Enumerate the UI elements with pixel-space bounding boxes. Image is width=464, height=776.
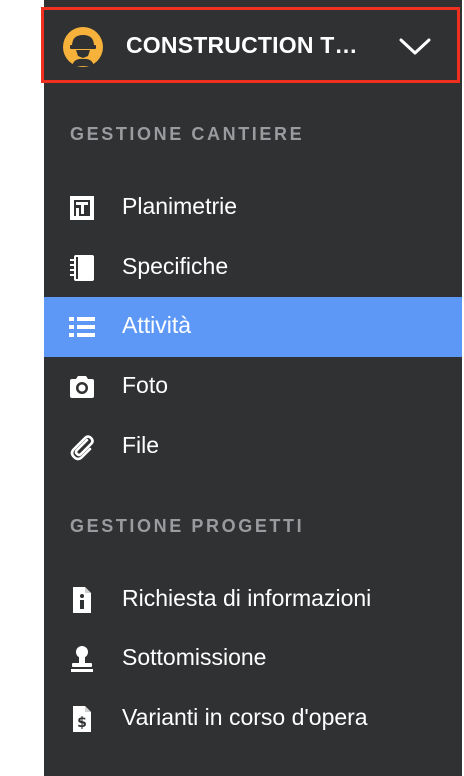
nav-label-foto: Foto: [122, 372, 169, 398]
list-icon: [69, 317, 95, 337]
nav-label-attivita: Attività: [122, 312, 192, 338]
svg-text:$: $: [77, 715, 87, 731]
chevron-down-icon[interactable]: [398, 36, 432, 56]
stamp-icon: [71, 646, 93, 672]
construction-worker-icon: [63, 27, 103, 67]
nav-item-file[interactable]: File: [44, 417, 462, 477]
section-header-gestione-cantiere: GESTIONE CANTIERE: [70, 124, 305, 144]
nav-label-sottomissione: Sottomissione: [122, 644, 267, 670]
nav-label-richiesta-di-informazioni: Richiesta di informazioni: [122, 585, 372, 611]
paperclip-icon: [70, 435, 94, 461]
nav-label-varianti-in-corso-d-opera: Varianti in corso d'opera: [122, 704, 368, 730]
floorplan-icon: [70, 196, 94, 220]
nav-label-planimetrie: Planimetrie: [122, 193, 238, 219]
dollar-document-icon: $: [73, 706, 91, 732]
nav-item-sottomissione[interactable]: Sottomissione: [44, 629, 462, 689]
nav-label-specifiche: Specifiche: [122, 253, 229, 279]
nav-item-specifiche[interactable]: Specifiche: [44, 238, 462, 298]
nav-item-varianti-in-corso-d-opera[interactable]: $ Varianti in corso d'opera: [44, 689, 462, 749]
nav-item-foto[interactable]: Foto: [44, 357, 462, 417]
nav-label-file: File: [122, 432, 160, 458]
nav-item-attivita[interactable]: Attività: [44, 297, 462, 357]
camera-icon: [70, 376, 94, 398]
project-switcher[interactable]: CONSTRUCTION T…: [41, 7, 460, 83]
notebook-icon: [70, 255, 94, 281]
info-document-icon: [73, 587, 91, 613]
project-name: CONSTRUCTION T…: [126, 32, 358, 58]
nav-item-planimetrie[interactable]: Planimetrie: [44, 178, 462, 238]
nav-item-richiesta-di-informazioni[interactable]: Richiesta di informazioni: [44, 570, 462, 630]
section-header-gestione-progetti: GESTIONE PROGETTI: [70, 516, 305, 536]
